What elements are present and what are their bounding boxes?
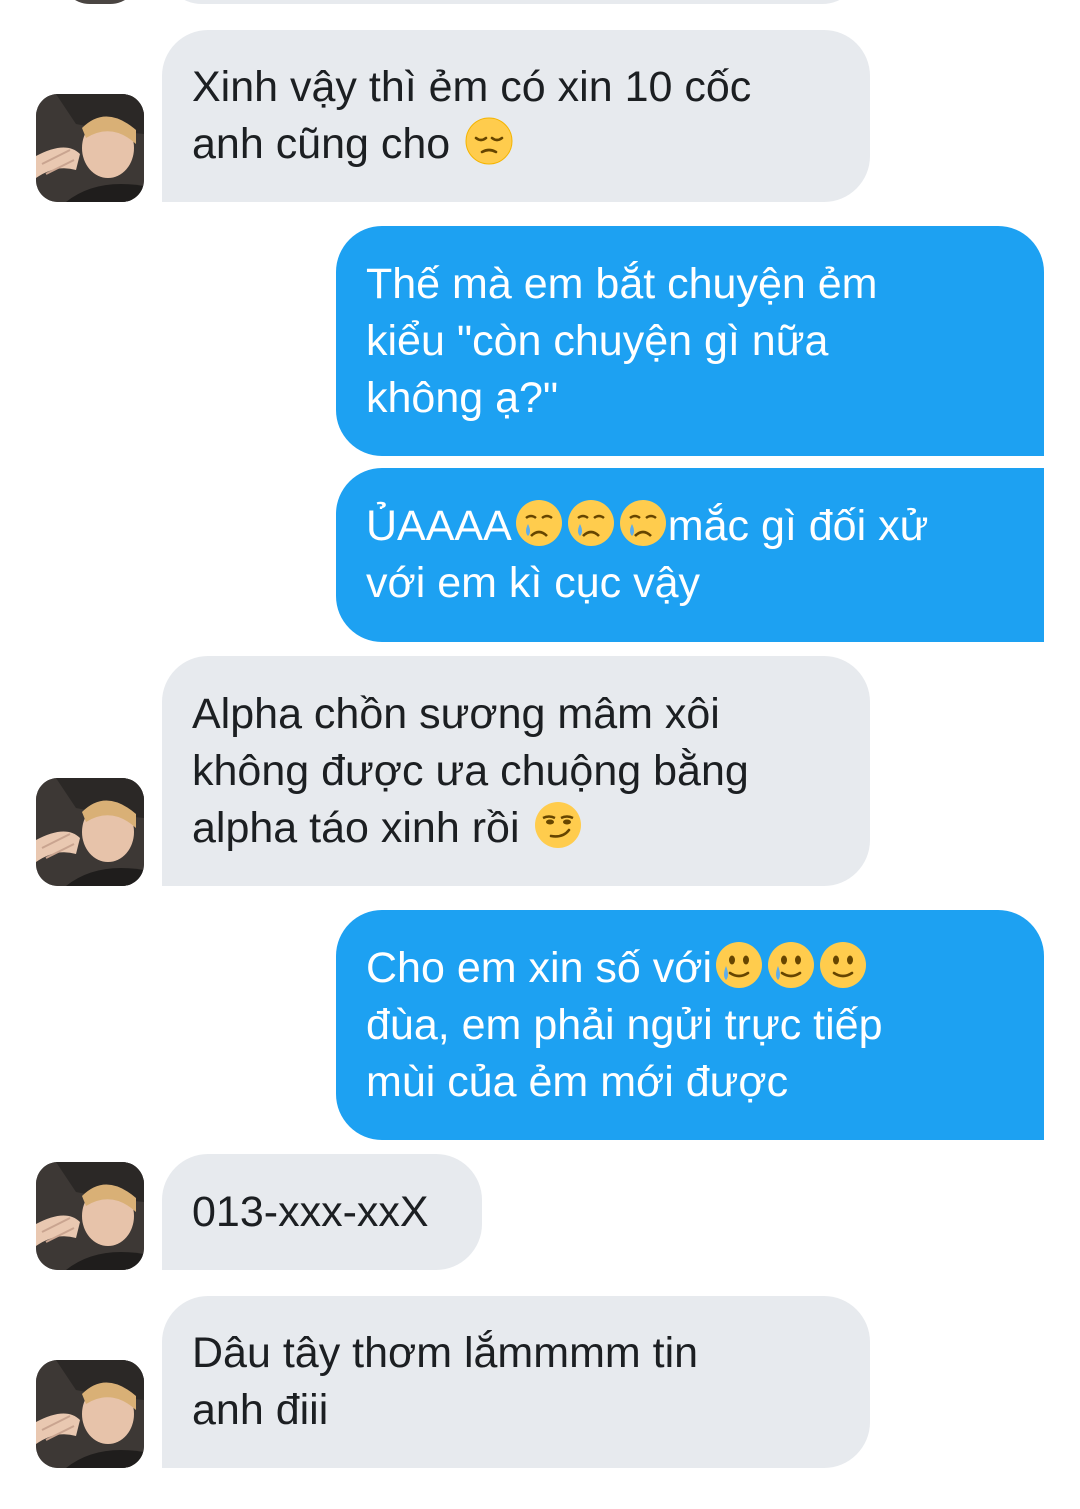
- slightly-smiling-face-icon: [818, 940, 868, 990]
- avatar[interactable]: [36, 94, 144, 202]
- message-line: anh cũng cho: [192, 120, 451, 168]
- message-line: không ạ?": [366, 373, 559, 422]
- message-line-with-emoji: ỦAAAA mắc gì đối xử: [366, 498, 1014, 555]
- message-line: mùi của ẻm mới được: [366, 1057, 789, 1106]
- chat-thread[interactable]: Xinh vậy thì ẻm có xin 10 cốc anh cũng c…: [0, 0, 1080, 1509]
- message-bubble-incoming[interactable]: 013-xxx-xxX: [162, 1154, 482, 1270]
- message-line: không được ưa chuộng bằng: [192, 746, 749, 795]
- smiling-face-with-tear-icon: [766, 940, 816, 990]
- avatar[interactable]: [36, 1162, 144, 1270]
- message-line: Thế mà em bắt chuyện ẻm: [366, 259, 878, 308]
- avatar: [60, 0, 140, 4]
- message-line: với em kì cục vậy: [366, 559, 701, 607]
- message-line-with-emoji: Cho em xin số với: [366, 940, 1014, 997]
- smirking-face-icon: [533, 800, 583, 850]
- pensive-face-icon: [464, 116, 514, 166]
- message-bubble-incoming[interactable]: Xinh vậy thì ẻm có xin 10 cốc anh cũng c…: [162, 30, 870, 202]
- message-bubble-outgoing[interactable]: Cho em xin số với đùa, em phải ngửi trực…: [336, 910, 1044, 1140]
- message-line: ỦAAAA: [366, 502, 512, 550]
- message-line: mắc gì đối xử: [667, 502, 929, 550]
- crying-face-icon: [514, 498, 564, 548]
- crying-face-icon: [618, 498, 668, 548]
- smiling-face-with-tear-icon: [714, 940, 764, 990]
- message-line: anh điii: [192, 1386, 329, 1434]
- message-bubble-outgoing[interactable]: Thế mà em bắt chuyện ẻm kiểu "còn chuyện…: [336, 226, 1044, 456]
- message-bubble-outgoing[interactable]: ỦAAAA mắc gì đối xử với em kì cục vậy: [336, 468, 1044, 642]
- avatar[interactable]: [36, 778, 144, 886]
- avatar[interactable]: [36, 1360, 144, 1468]
- message-line: Alpha chồn sương mâm xôi: [192, 689, 720, 738]
- message-bubble-incoming[interactable]: [162, 0, 862, 4]
- message-line: Xinh vậy thì ẻm có xin 10 cốc: [192, 63, 752, 111]
- message-line: đùa, em phải ngửi trực tiếp: [366, 1000, 883, 1049]
- message-line: alpha táo xinh rồi: [192, 803, 520, 852]
- message-bubble-incoming[interactable]: Alpha chồn sương mâm xôi không được ưa c…: [162, 656, 870, 886]
- message-line: 013-xxx-xxX: [192, 1187, 429, 1236]
- message-line-with-emoji: alpha táo xinh rồi: [192, 800, 840, 857]
- message-line-with-emoji: anh cũng cho: [192, 116, 840, 173]
- message-bubble-incoming[interactable]: Dâu tây thơm lắmmmm tin anh điii: [162, 1296, 870, 1468]
- crying-face-icon: [566, 498, 616, 548]
- message-line: kiểu "còn chuyện gì nữa: [366, 316, 829, 365]
- message-line: Dâu tây thơm lắmmmm tin: [192, 1329, 699, 1377]
- message-line: Cho em xin số với: [366, 943, 713, 992]
